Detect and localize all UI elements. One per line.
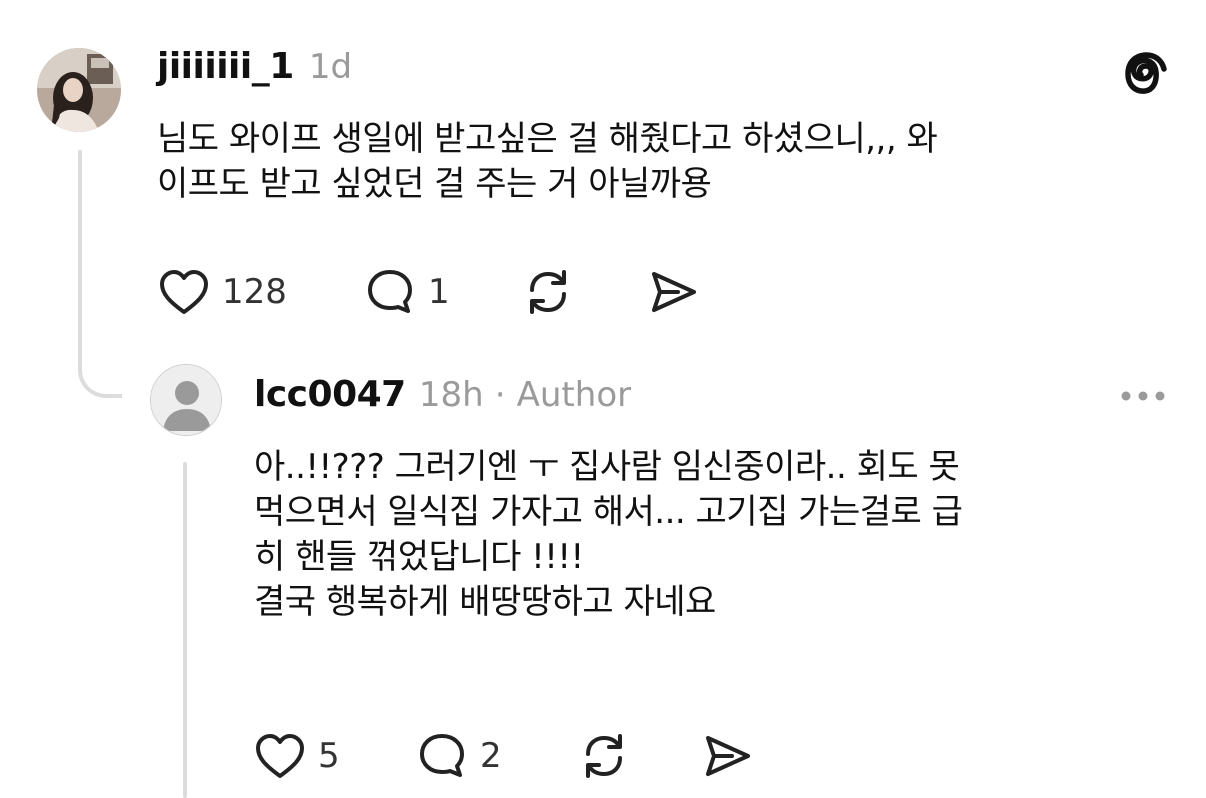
repost-icon[interactable] [522,266,574,318]
reply-text-line: 결국 행복하게 배땅땅하고 자네요 [254,582,716,622]
reply-username[interactable]: lcc0047 [254,374,406,415]
send-icon[interactable] [702,732,754,780]
send-icon[interactable] [648,268,700,316]
reply-time: 18h [418,375,484,415]
repost-icon[interactable] [578,730,630,782]
comment-icon[interactable] [416,732,468,780]
profile-photo [37,48,121,132]
post-username[interactable]: jiiiiiii_1 [157,46,294,87]
threads-logo-icon[interactable] [1120,48,1172,100]
thread-line-post [78,150,82,370]
thread-elbow-connector [78,340,122,398]
post-text-line: 이프도 받고 싶었던 걸 주는 거 아닐까용 [157,164,712,204]
reply-text-line: 먹으면서 일식집 가자고 해서... 고기집 가는걸로 급 [254,492,963,532]
author-badge: Author [516,375,632,415]
post-body: 님도 와이프 생일에 받고싶은 걸 해줬다고 하셨으니,,, 와 이프도 받고 … [157,117,938,207]
reply-text-line: 히 핸들 꺾었답니다 !!!! [254,537,584,577]
avatar[interactable] [37,48,121,132]
reply-like-count: 5 [318,736,340,776]
avatar[interactable] [150,364,222,436]
post-reply-count: 1 [428,272,450,312]
heart-icon[interactable] [254,732,306,780]
meta-separator: · [494,375,506,415]
more-dots-icon[interactable] [1118,388,1168,404]
reply-body: 아..!!??? 그러기엔 ㅜ 집사람 임신중이라.. 회도 못 먹으면서 일식… [254,445,963,625]
post-text-line: 님도 와이프 생일에 받고싶은 걸 해줬다고 하셨으니,,, 와 [157,119,938,159]
reply-text-line: 아..!!??? 그러기엔 ㅜ 집사람 임신중이라.. 회도 못 [254,447,960,487]
reply-reply-count: 2 [480,736,502,776]
heart-icon[interactable] [158,268,210,316]
default-avatar-icon [151,365,221,435]
reply-header: lcc0047 18h · Author [254,374,631,415]
post-like-count: 128 [222,272,287,312]
comment-icon[interactable] [364,268,416,316]
post-time: 1d [308,47,353,87]
thread-line-reply [183,462,187,798]
post-header: jiiiiiii_1 1d [157,46,352,87]
